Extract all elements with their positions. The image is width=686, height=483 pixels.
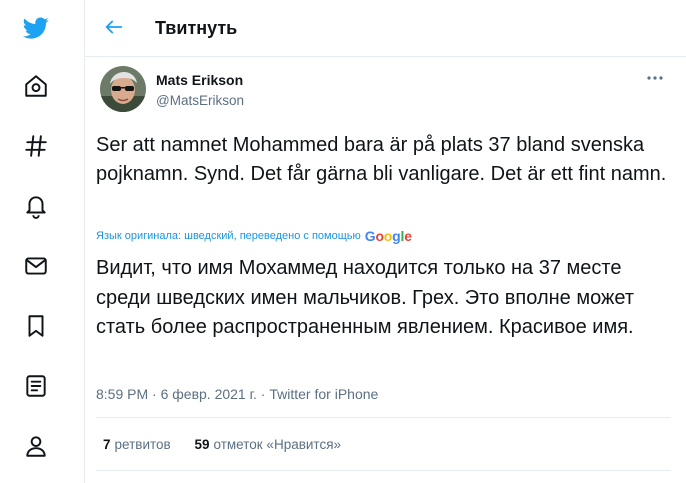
left-nav-rail — [0, 0, 74, 483]
tweet-time[interactable]: 8:59 PM — [96, 386, 148, 402]
messages-envelope-icon[interactable] — [14, 244, 58, 288]
more-options-button[interactable] — [640, 66, 670, 90]
profile-icon[interactable] — [14, 424, 58, 468]
meta-separator: · — [260, 386, 266, 402]
twitter-logo-icon[interactable] — [14, 6, 58, 50]
likes-stat[interactable]: 59 отметок «Нравится» — [194, 437, 341, 452]
retweets-count: 7 — [103, 437, 111, 452]
back-arrow-icon — [105, 20, 123, 34]
tweet-meta: 8:59 PM · 6 февр. 2021 г. · Twitter for … — [96, 386, 378, 402]
avatar[interactable] — [100, 66, 146, 112]
column-border — [84, 0, 85, 483]
notifications-bell-icon[interactable] — [14, 184, 58, 228]
tweet-source[interactable]: Twitter for iPhone — [269, 386, 378, 402]
page-title: Твитнуть — [155, 18, 238, 38]
divider — [96, 417, 671, 418]
bookmarks-icon[interactable] — [14, 304, 58, 348]
explore-hashtag-icon[interactable] — [14, 124, 58, 168]
lists-icon[interactable] — [14, 364, 58, 408]
retweets-label: ретвитов — [114, 437, 171, 452]
likes-count: 59 — [194, 437, 210, 452]
translation-note-text: Язык оригинала: шведский, переведено с п… — [96, 230, 361, 242]
more-dots-icon — [647, 76, 663, 80]
author-name[interactable]: Mats Erikson — [156, 72, 243, 88]
tweet-date[interactable]: 6 февр. 2021 г. — [161, 386, 257, 402]
tweet-original-text: Ser att namnet Mohammed bara är på plats… — [96, 134, 667, 185]
tweet-stats: 7 ретвитов 59 отметок «Нравится» — [103, 437, 341, 452]
page-header: Твитнуть — [85, 0, 686, 57]
back-button[interactable] — [97, 10, 131, 44]
home-icon[interactable] — [14, 64, 58, 108]
author-handle[interactable]: @MatsErikson — [156, 93, 244, 108]
google-logo: Google — [364, 228, 412, 244]
divider — [96, 470, 671, 471]
likes-label: отметок «Нравится» — [213, 437, 342, 452]
tweet-translated-text: Видит, что имя Мохаммед находится только… — [96, 257, 634, 338]
meta-separator: · — [152, 386, 157, 402]
retweets-stat[interactable]: 7 ретвитов — [103, 437, 171, 452]
translation-note: Язык оригинала: шведский, переведено с п… — [96, 228, 412, 244]
